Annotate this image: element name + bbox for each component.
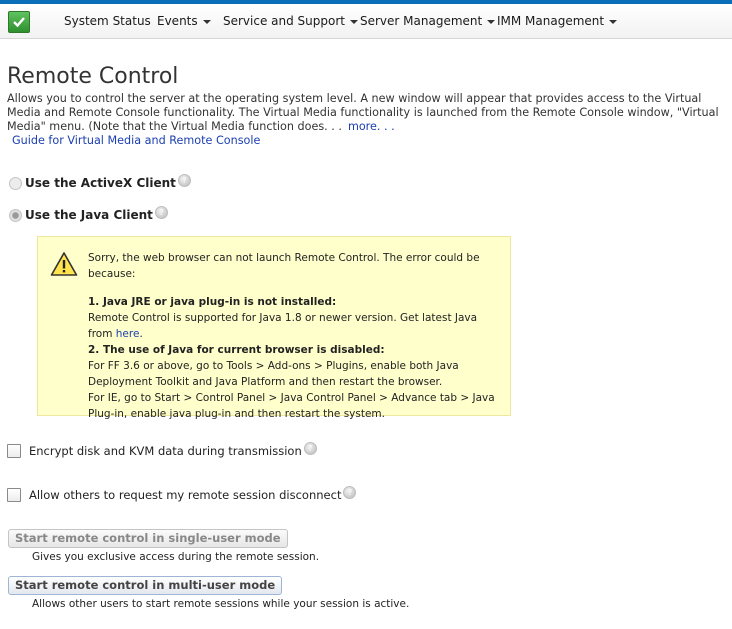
nav-events[interactable]: Events (157, 14, 211, 28)
java-download-link[interactable]: here (116, 328, 140, 340)
activex-client-radio[interactable] (9, 176, 22, 190)
allow-disconnect-option[interactable]: Allow others to request my remote sessio… (7, 485, 357, 502)
warning-item2-ff: For FF 3.6 or above, go to Tools > Add-o… (88, 360, 459, 388)
warning-item1-line: Remote Control is supported for Java 1.8… (88, 310, 496, 342)
chevron-down-icon (350, 19, 358, 24)
nav-imm-management[interactable]: IMM Management (497, 14, 618, 28)
help-icon[interactable]: ? (303, 441, 317, 455)
page-description: Allows you to control the server at the … (7, 92, 725, 134)
allow-disconnect-label: Allow others to request my remote sessio… (29, 488, 342, 502)
checkmark-icon (13, 17, 25, 28)
help-icon[interactable]: ? (177, 173, 191, 187)
warning-item1-title: 1. Java JRE or java plug-in is not insta… (88, 296, 337, 308)
status-check-icon[interactable] (8, 11, 30, 33)
nav-imm-management-label: IMM Management (497, 14, 605, 28)
warning-icon (50, 252, 78, 276)
start-multi-user-button[interactable]: Start remote control in multi-user mode (8, 576, 283, 595)
nav-system-status-label: System Status (64, 14, 151, 28)
warning-item2-title: 2. The use of Java for current browser i… (88, 344, 385, 356)
chevron-down-icon (487, 19, 496, 24)
warning-item2-ie: For IE, go to Start > Control Panel > Ja… (88, 392, 495, 420)
java-client-label: Use the Java Client (25, 208, 153, 222)
encrypt-option[interactable]: Encrypt disk and KVM data during transmi… (7, 441, 317, 458)
page-title: Remote Control (7, 64, 179, 89)
allow-disconnect-checkbox[interactable] (7, 488, 21, 502)
nav-events-label: Events (157, 14, 198, 28)
warning-item1-text: Remote Control is supported for Java 1.8… (88, 312, 478, 340)
warning-text: Sorry, the web browser can not launch Re… (88, 250, 496, 422)
warning-intro: Sorry, the web browser can not launch Re… (88, 252, 480, 280)
nav-system-status[interactable]: System Status (64, 14, 151, 28)
more-link[interactable]: more. . . (348, 120, 395, 133)
java-error-panel: Sorry, the web browser can not launch Re… (37, 236, 511, 420)
encrypt-checkbox[interactable] (7, 444, 21, 458)
start-single-user-button[interactable]: Start remote control in single-user mode (8, 529, 288, 548)
help-icon[interactable]: ? (343, 485, 357, 499)
nav-service-and-support[interactable]: Service and Support (223, 14, 358, 28)
java-client-radio[interactable] (9, 208, 22, 222)
activex-client-label: Use the ActiveX Client (25, 176, 176, 190)
java-client-option[interactable]: Use the Java Client ? (9, 205, 168, 222)
nav-server-management-label: Server Management (360, 14, 483, 28)
activex-client-option[interactable]: Use the ActiveX Client ? (9, 173, 191, 190)
help-icon[interactable]: ? (154, 205, 168, 219)
single-user-description: Gives you exclusive access during the re… (32, 551, 320, 563)
warning-item1-end: . (139, 328, 143, 340)
multi-user-description: Allows other users to start remote sessi… (32, 598, 410, 610)
chevron-down-icon (202, 19, 211, 24)
nav-service-and-support-label: Service and Support (223, 14, 345, 28)
guide-link[interactable]: Guide for Virtual Media and Remote Conso… (12, 134, 260, 147)
chevron-down-icon (609, 19, 618, 24)
nav-server-management[interactable]: Server Management (360, 14, 496, 28)
encrypt-label: Encrypt disk and KVM data during transmi… (29, 444, 302, 458)
main-navbar: System Status Events Service and Support… (0, 4, 732, 39)
